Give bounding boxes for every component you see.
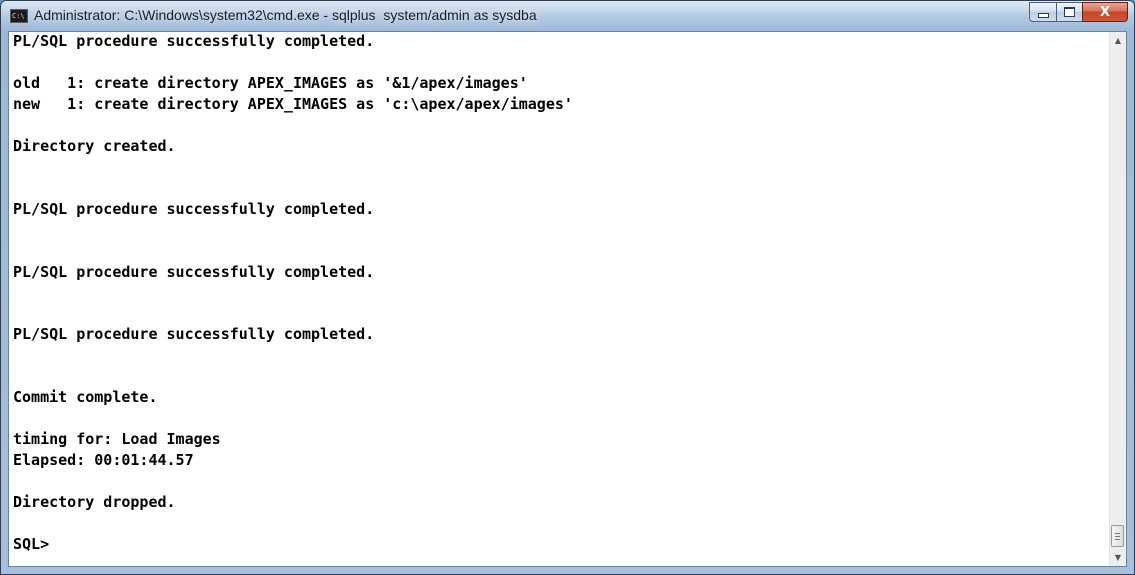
grip-line xyxy=(1115,533,1120,534)
scrollbar-thumb[interactable] xyxy=(1111,525,1124,547)
console-line: new 1: create directory APEX_IMAGES as '… xyxy=(13,94,573,113)
caption-buttons: X xyxy=(1029,2,1128,22)
scroll-down-arrow[interactable]: ▼ xyxy=(1110,549,1126,566)
console-line: Elapsed: 00:01:44.57 xyxy=(13,451,194,470)
console-line: Directory dropped. xyxy=(13,493,176,512)
close-button[interactable]: X xyxy=(1082,2,1128,22)
maximize-button[interactable] xyxy=(1056,2,1082,22)
console-line: old 1: create directory APEX_IMAGES as '… xyxy=(13,73,528,92)
console-output[interactable]: PL/SQL procedure successfully completed.… xyxy=(9,32,1109,566)
console-line: PL/SQL procedure successfully completed. xyxy=(13,325,375,344)
cmd-icon[interactable]: C:\ xyxy=(10,9,28,23)
console-line: PL/SQL procedure successfully completed. xyxy=(13,32,375,50)
console-line: Commit complete. xyxy=(13,388,158,407)
vertical-scrollbar[interactable]: ▲ ▼ xyxy=(1109,32,1126,566)
grip-line xyxy=(1115,536,1120,537)
minimize-icon xyxy=(1037,12,1049,18)
console-line: timing for: Load Images xyxy=(13,430,221,449)
cmd-window: C:\ Administrator: C:\Windows\system32\c… xyxy=(0,0,1135,575)
close-icon: X xyxy=(1099,4,1111,20)
console-line: PL/SQL procedure successfully completed. xyxy=(13,199,375,218)
scroll-up-arrow[interactable]: ▲ xyxy=(1110,32,1126,49)
minimize-button[interactable] xyxy=(1029,2,1056,22)
console-line: SQL> xyxy=(13,535,50,553)
title-bar[interactable]: C:\ Administrator: C:\Windows\system32\c… xyxy=(1,1,1134,31)
console-line: PL/SQL procedure successfully completed. xyxy=(13,262,375,281)
console-frame: PL/SQL procedure successfully completed.… xyxy=(8,31,1127,567)
console-line: Directory created. xyxy=(13,136,176,155)
window-title: Administrator: C:\Windows\system32\cmd.e… xyxy=(34,7,537,23)
grip-line xyxy=(1115,539,1120,540)
maximize-icon xyxy=(1064,7,1075,17)
